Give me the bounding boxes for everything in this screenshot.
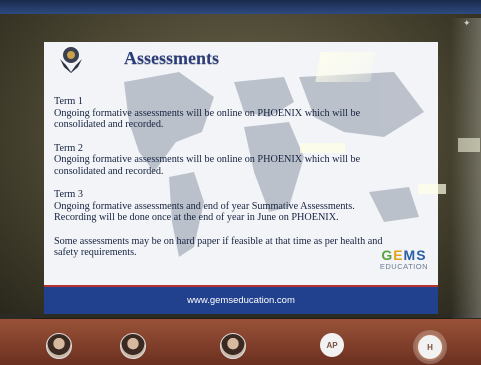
sparkle-icon: ✦: [463, 18, 471, 28]
gems-wordmark: GEMS: [381, 247, 427, 263]
gems-education-logo: GEMS EDUCATION: [380, 248, 428, 271]
footer-url: www.gemseducation.com: [187, 295, 295, 306]
participant-avatar[interactable]: [120, 333, 146, 359]
education-wordmark: EDUCATION: [379, 262, 428, 271]
participant-avatar[interactable]: [46, 333, 72, 359]
slide-footer: www.gemseducation.com: [44, 285, 438, 314]
light-glare: [315, 52, 376, 82]
light-glare: [300, 143, 345, 153]
slide-note: Some assessments may be on hard paper if…: [54, 235, 383, 259]
participant-avatar-initials[interactable]: AP: [320, 333, 344, 357]
slide-header: Assessments: [44, 42, 438, 73]
term-body: Ongoing formative assessments will be on…: [54, 107, 361, 131]
light-glare: [458, 138, 480, 152]
presentation-slide: Assessments Term 1 Ongoing formative ass…: [44, 42, 438, 314]
light-glare: [418, 184, 446, 194]
participant-avatar-initials[interactable]: H: [416, 333, 444, 361]
participant-avatar[interactable]: [220, 333, 246, 359]
crest-logo-icon: [60, 47, 82, 73]
slide-title: Assessments: [124, 48, 220, 68]
term-body: Ongoing formative assessments will be on…: [54, 154, 361, 177]
slide-content: Term 1 Ongoing formative assessments wil…: [54, 96, 394, 259]
term-body: Ongoing formative assessments and end of…: [54, 200, 355, 224]
term-heading: Term 1: [54, 96, 83, 107]
light-glare: [451, 18, 481, 318]
term-heading: Term 3: [54, 189, 83, 200]
